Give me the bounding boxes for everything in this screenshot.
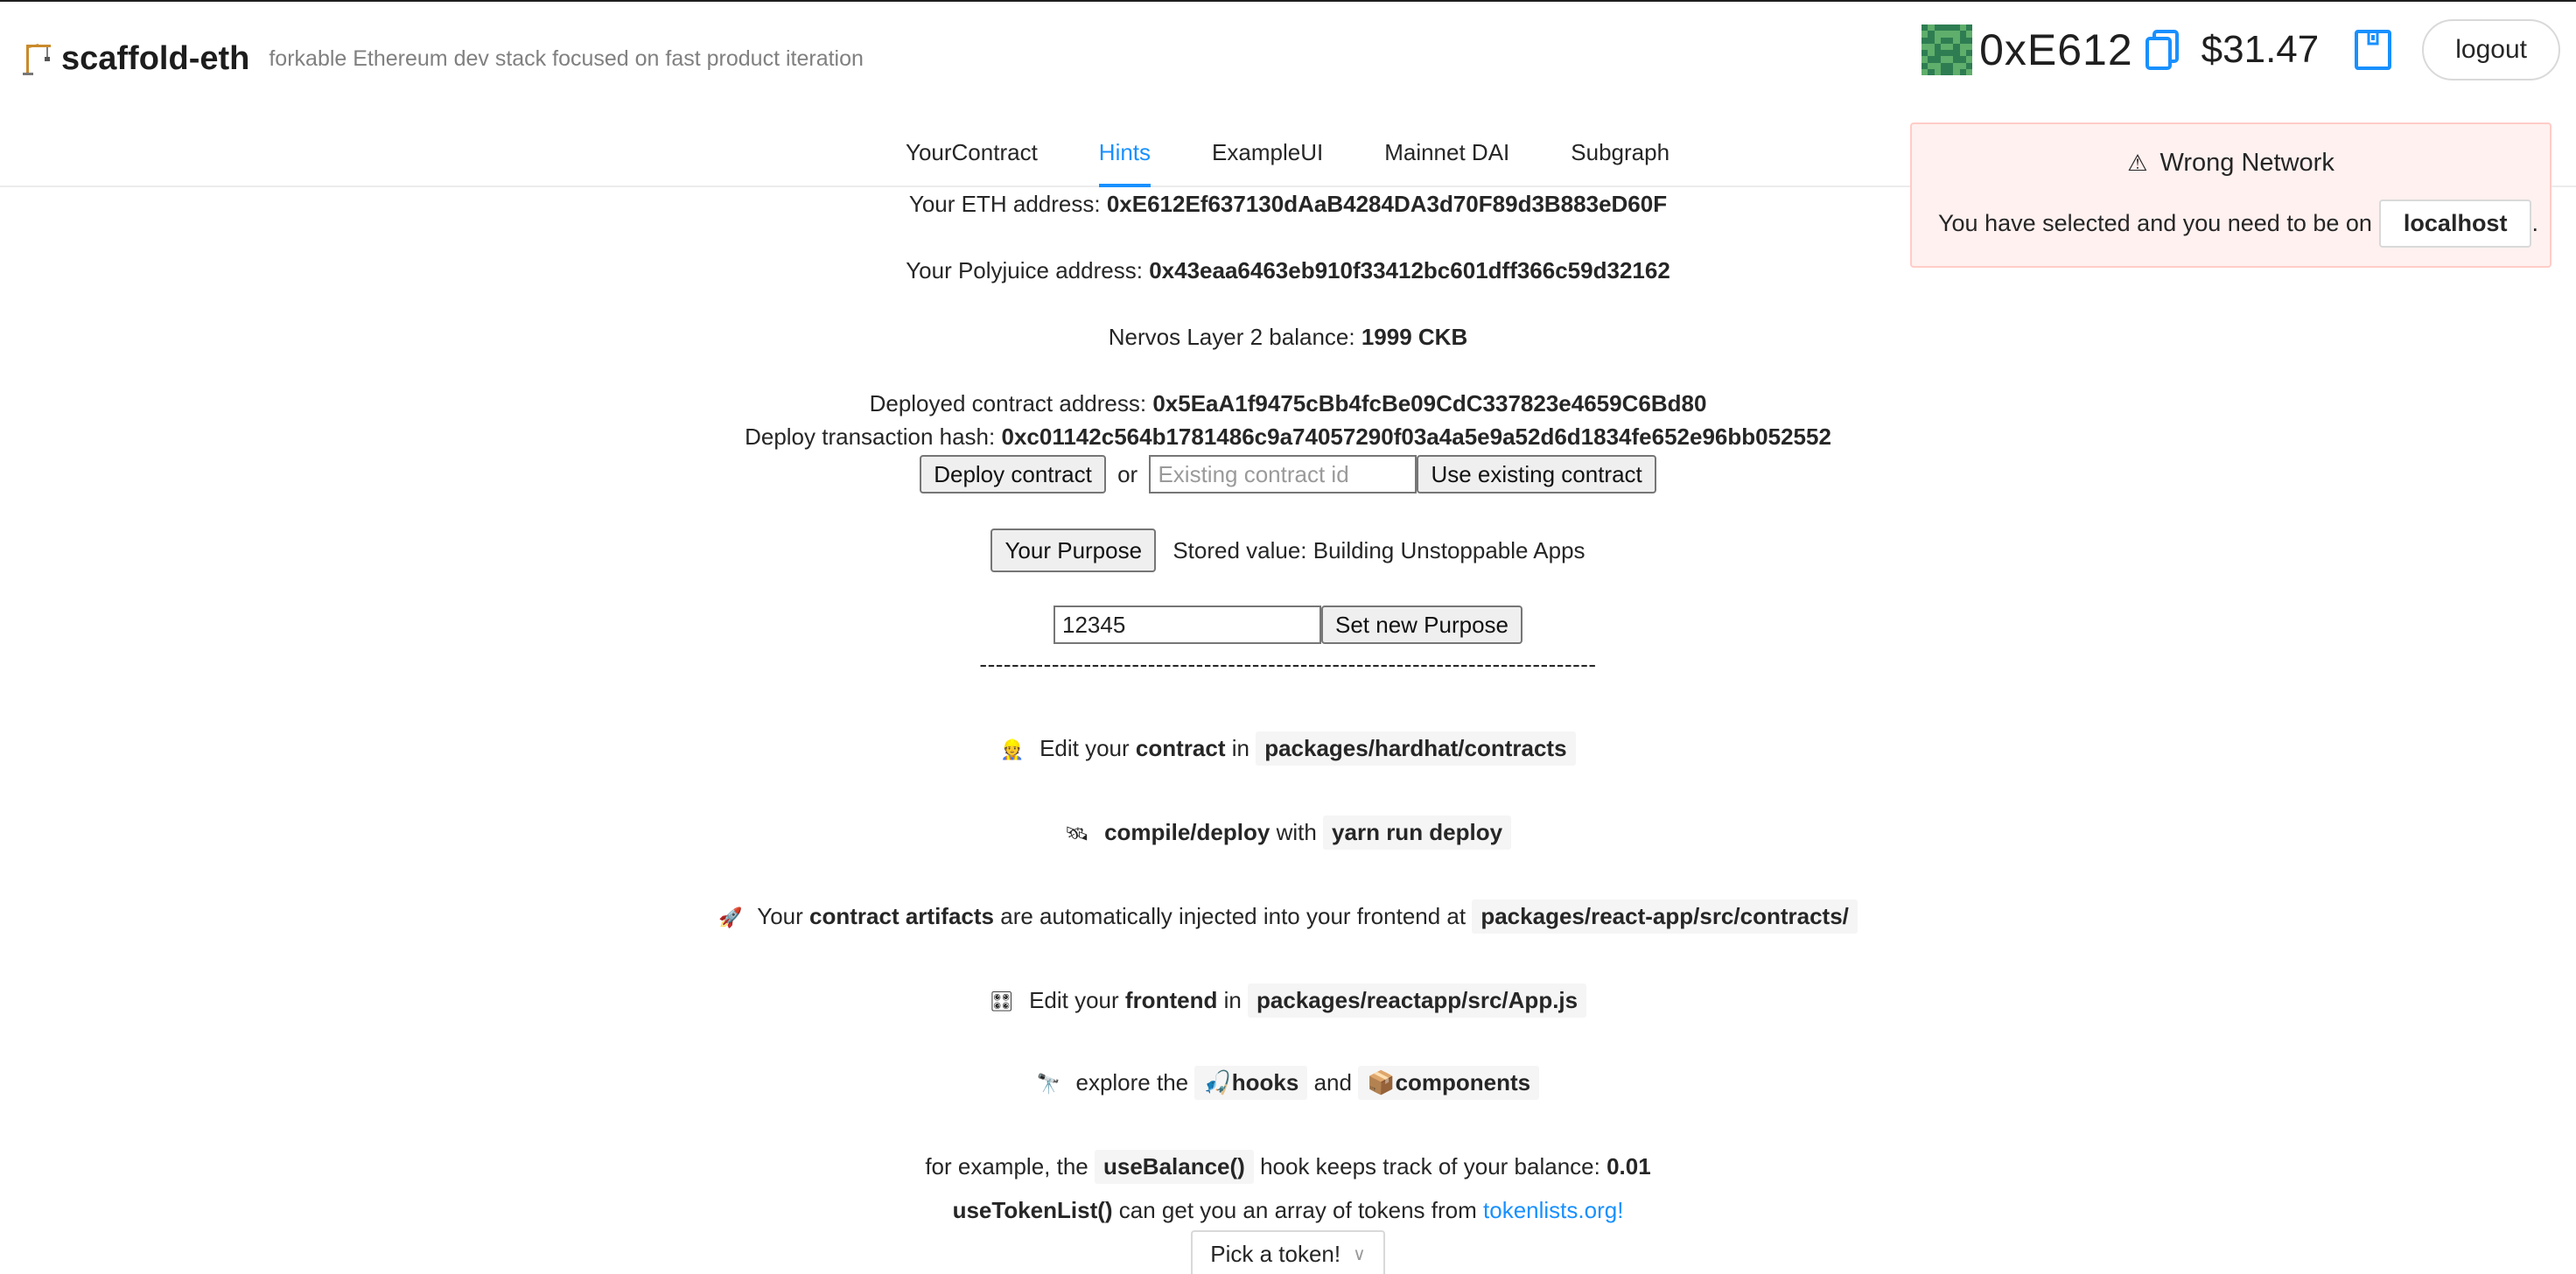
hint-edit-contract: 👷 Edit your contract in packages/hardhat… — [0, 732, 2576, 766]
package-icon: 📦 — [1367, 1069, 1396, 1096]
deployed-contract-value: 0x5EaA1f9475cBb4fcBe09CdC337823e4659C6Bd… — [1152, 390, 1707, 416]
code-path: packages/hardhat/contracts — [1256, 732, 1576, 766]
warning-icon: ⚠ — [2127, 150, 2148, 176]
hint-text: are automatically injected into your fro… — [1000, 903, 1466, 929]
chevron-down-icon: ∨ — [1353, 1244, 1366, 1264]
hint-text: Edit your — [1029, 987, 1119, 1013]
new-purpose-input[interactable]: 12345 — [1053, 606, 1321, 644]
account-balance[interactable]: $31.47 — [2202, 28, 2320, 72]
hint-text: with — [1276, 819, 1317, 845]
hint-use-balance: for example, the useBalance() hook keeps… — [0, 1150, 2576, 1184]
hint-text: Your — [757, 903, 803, 929]
hint-bold: contract artifacts — [809, 903, 995, 929]
deploy-controls: Deploy contract or Existing contract id U… — [0, 455, 2576, 494]
hint-text: for example, the — [925, 1153, 1088, 1180]
tokenlists-link[interactable]: tokenlists.org! — [1483, 1197, 1623, 1223]
token-select[interactable]: Pick a token! ∨ — [1191, 1230, 1385, 1274]
hint-text: Edit your — [1040, 735, 1130, 761]
hint-text: hook keeps track of your balance: — [1260, 1153, 1600, 1180]
hint-token-list: useTokenList() can get you an array of t… — [0, 1197, 2576, 1224]
divider-line: ----------------------------------------… — [979, 651, 1597, 677]
set-new-purpose-button[interactable]: Set new Purpose — [1320, 606, 1522, 644]
app-title: scaffold-eth — [61, 39, 250, 77]
construction-worker-icon: 👷 — [1000, 738, 1025, 760]
hint-text: in — [1231, 735, 1250, 761]
deploy-tx-row: Deploy transaction hash: 0xc01142c564b17… — [0, 424, 2576, 451]
tab-exampleui[interactable]: ExampleUI — [1181, 119, 1354, 186]
layer2-balance-value: 1999 CKB — [1361, 324, 1468, 350]
polyjuice-address-row: Your Polyjuice address: 0x43eaa6463eb910… — [0, 257, 2576, 284]
telescope-icon: 🔭 — [1036, 1073, 1061, 1095]
address-blockie-avatar — [1922, 24, 1973, 75]
polyjuice-address-label: Your Polyjuice address: — [906, 257, 1143, 284]
polyjuice-address-value: 0x43eaa6463eb910f33412bc601dff366c59d321… — [1149, 257, 1670, 284]
alert-title: Wrong Network — [2160, 149, 2334, 177]
components-label: components — [1395, 1069, 1531, 1096]
code-path: packages/react-app/src/contracts/ — [1472, 900, 1858, 934]
hint-text: explore the — [1075, 1069, 1189, 1096]
construction-crane-icon — [23, 44, 51, 75]
hint-compile-deploy: 🛰 compile/deploy with yarn run deploy — [0, 816, 2576, 850]
alert-title-row: ⚠ Wrong Network — [1912, 149, 2550, 178]
eth-address-row: Your ETH address: 0xE612Ef637130dAaB4284… — [0, 191, 2576, 218]
hint-text: in — [1223, 987, 1242, 1013]
app-tagline: forkable Ethereum dev stack focused on f… — [269, 46, 864, 71]
components-chip: 📦components — [1358, 1066, 1540, 1100]
tab-mainnet-dai[interactable]: Mainnet DAI — [1354, 119, 1540, 186]
satellite-icon: 🛰 — [1064, 822, 1089, 844]
account-address[interactable]: 0xE612 — [1979, 24, 2133, 75]
hint-text: and — [1313, 1069, 1352, 1096]
deploy-tx-label: Deploy transaction hash: — [745, 424, 996, 450]
balance-value: 0.01 — [1606, 1153, 1651, 1180]
deploy-tx-value: 0xc01142c564b1781486c9a74057290f03a4a5e9… — [1001, 424, 1831, 450]
use-existing-contract-button[interactable]: Use existing contract — [1417, 455, 1656, 494]
deployed-contract-row: Deployed contract address: 0x5EaA1f9475c… — [0, 390, 2576, 417]
code-hook: useBalance() — [1094, 1150, 1254, 1184]
hint-bold: compile/deploy — [1104, 819, 1270, 845]
control-knobs-icon: 🎛 — [989, 990, 1014, 1012]
logout-button[interactable]: logout — [2422, 19, 2560, 80]
layer2-balance-row: Nervos Layer 2 balance: 1999 CKB — [0, 324, 2576, 351]
hint-edit-frontend: 🎛 Edit your frontend in packages/reactap… — [0, 984, 2576, 1018]
hint-bold: useTokenList() — [952, 1197, 1113, 1223]
purpose-row: Your Purpose Stored value: Building Unst… — [0, 528, 2576, 572]
wallet-icon[interactable] — [2354, 29, 2392, 71]
code-command: yarn run deploy — [1323, 816, 1512, 850]
code-path: packages/reactapp/src/App.js — [1248, 984, 1587, 1018]
brand[interactable]: scaffold-eth forkable Ethereum dev stack… — [23, 37, 864, 80]
layer2-balance-label: Nervos Layer 2 balance: — [1108, 324, 1355, 350]
eth-address-value: 0xE612Ef637130dAaB4284DA3d70F89d3B883eD6… — [1106, 191, 1668, 217]
hint-bold: frontend — [1124, 987, 1218, 1013]
hint-text: can get you an array of tokens from — [1118, 1197, 1477, 1223]
stored-value-text: Stored value: Building Unstoppable Apps — [1172, 536, 1586, 564]
hooks-label: hooks — [1231, 1069, 1299, 1096]
deploy-contract-button[interactable]: Deploy contract — [920, 455, 1106, 494]
tab-hints[interactable]: Hints — [1068, 119, 1181, 187]
or-text: or — [1117, 460, 1138, 487]
copy-icon[interactable] — [2144, 28, 2182, 72]
hint-explore: 🔭 explore the 🎣hooks and 📦components — [0, 1066, 2576, 1100]
token-select-row: Pick a token! ∨ — [0, 1230, 2576, 1274]
hint-bold: contract — [1135, 735, 1226, 761]
tab-subgraph[interactable]: Subgraph — [1540, 119, 1700, 186]
set-purpose-row: 12345 Set new Purpose — [0, 606, 2576, 644]
rocket-icon: 🚀 — [718, 906, 743, 928]
your-purpose-button[interactable]: Your Purpose — [990, 528, 1157, 572]
eth-address-label: Your ETH address: — [908, 191, 1101, 217]
main-tabs: YourContract Hints ExampleUI Mainnet DAI… — [875, 119, 1700, 187]
existing-contract-input[interactable]: Existing contract id — [1149, 455, 1418, 494]
deployed-contract-label: Deployed contract address: — [869, 390, 1147, 416]
account-area: 0xE612 $31.47 logout — [1922, 19, 2576, 80]
hint-artifacts: 🚀 Your contract artifacts are automatica… — [0, 900, 2576, 934]
tab-yourcontract[interactable]: YourContract — [875, 119, 1068, 186]
hooks-chip: 🎣hooks — [1194, 1066, 1308, 1100]
token-select-placeholder: Pick a token! — [1210, 1240, 1341, 1267]
fishing-pole-icon: 🎣 — [1203, 1069, 1232, 1096]
